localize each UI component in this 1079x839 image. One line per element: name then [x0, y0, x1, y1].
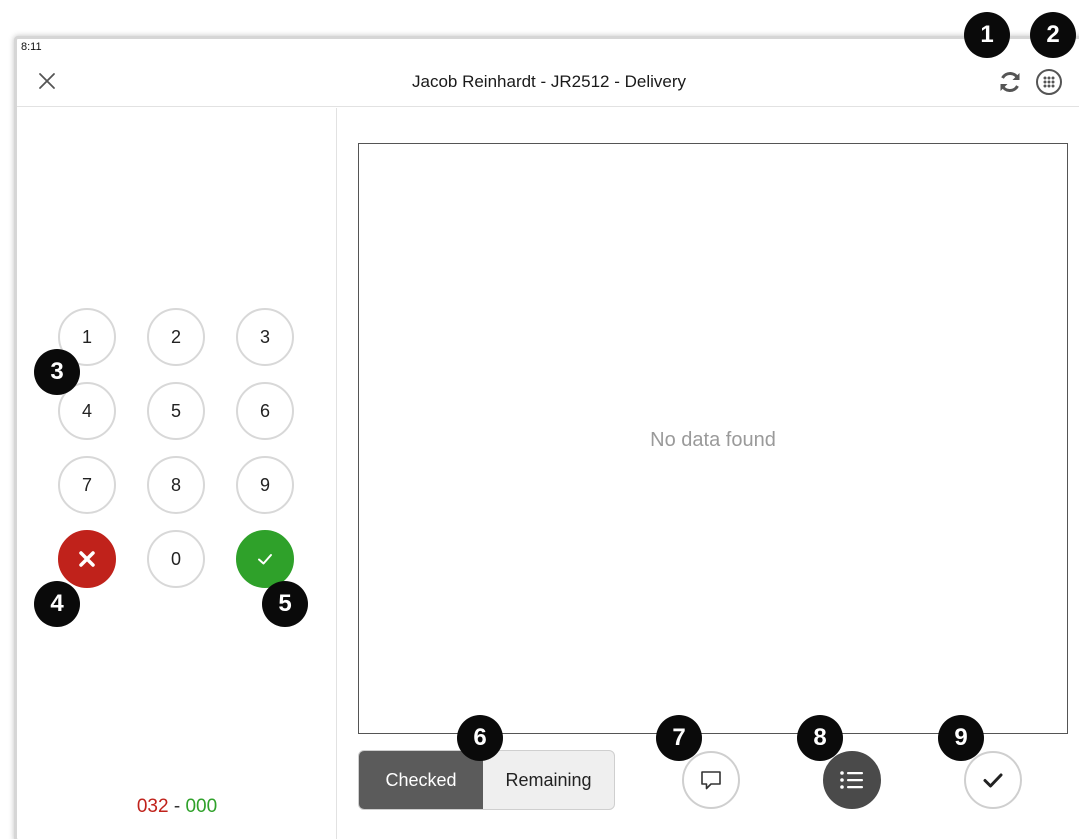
keypad-icon[interactable] [1035, 68, 1063, 96]
key-0[interactable]: 0 [147, 530, 205, 588]
scan-counter: 032 - 000 [17, 796, 337, 818]
status-time: 8:11 [21, 41, 42, 53]
keypad-panel: 1 2 3 4 5 6 7 8 9 0 032 - 000 [17, 108, 337, 839]
empty-state-message: No data found [650, 429, 776, 451]
key-7[interactable]: 7 [58, 456, 116, 514]
tab-remaining[interactable]: Remaining [483, 751, 614, 809]
confirm-button[interactable] [236, 530, 294, 588]
done-button[interactable] [964, 751, 1022, 809]
tab-checked[interactable]: Checked [359, 751, 483, 809]
key-9[interactable]: 9 [236, 456, 294, 514]
key-8[interactable]: 8 [147, 456, 205, 514]
counter-separator: - [173, 796, 181, 817]
list-button[interactable] [823, 751, 881, 809]
key-3[interactable]: 3 [236, 308, 294, 366]
checked-count: 032 [136, 796, 169, 817]
callout-marker-1: 1 [964, 12, 1010, 58]
callout-marker-7: 7 [656, 715, 702, 761]
page-title: Jacob Reinhardt - JR2512 - Delivery [411, 72, 686, 91]
cancel-button[interactable] [58, 530, 116, 588]
checkmark-icon [258, 554, 272, 565]
x-icon [79, 551, 95, 567]
comment-icon [701, 771, 721, 790]
callout-marker-4: 4 [34, 581, 80, 627]
callout-marker-9: 9 [938, 715, 984, 761]
key-6[interactable]: 6 [236, 382, 294, 440]
callout-marker-8: 8 [797, 715, 843, 761]
callout-marker-2: 2 [1030, 12, 1076, 58]
refresh-icon[interactable] [997, 69, 1023, 95]
callout-marker-3: 3 [34, 349, 80, 395]
checkmark-icon [983, 773, 1003, 788]
key-2[interactable]: 2 [147, 308, 205, 366]
comment-button[interactable] [682, 751, 740, 809]
top-bar: Jacob Reinhardt - JR2512 - Delivery [17, 57, 1079, 107]
list-icon [840, 771, 863, 789]
callout-marker-5: 5 [262, 581, 308, 627]
callout-marker-6: 6 [457, 715, 503, 761]
remaining-count: 000 [185, 796, 218, 817]
device-screen: 8:11 Jacob Reinhardt - JR2512 - Delivery [14, 36, 1079, 839]
key-5[interactable]: 5 [147, 382, 205, 440]
data-list-box: No data found [358, 143, 1068, 734]
